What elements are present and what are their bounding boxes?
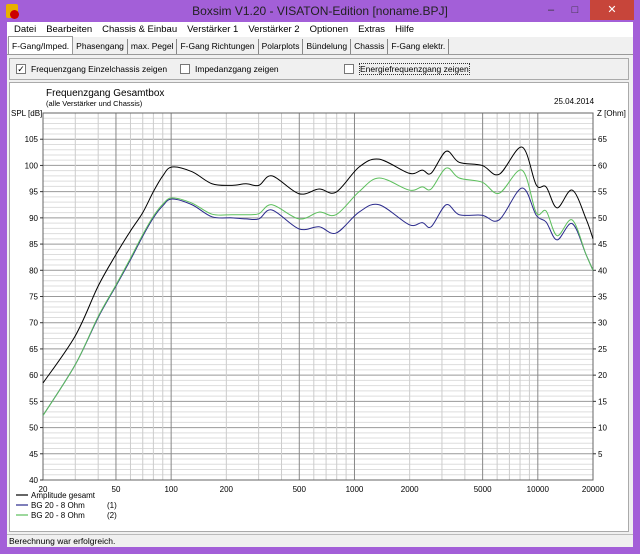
- frequency-response-chart: Frequenzgang Gesamtbox (alle Verstärker …: [11, 88, 626, 520]
- y2-tick-label: 50: [598, 214, 607, 223]
- x-tick-label: 2000: [401, 485, 419, 494]
- legend-suffix: (2): [107, 511, 117, 520]
- tab-f-gang-richtungen[interactable]: F-Gang Richtungen: [177, 39, 259, 54]
- chart-subtitle: (alle Verstärker und Chassis): [46, 99, 143, 108]
- legend-label: Amplitude gesamt: [31, 491, 96, 500]
- y-tick-label: 90: [29, 214, 38, 223]
- y2-axis-label: Z [Ohm]: [597, 109, 626, 118]
- menu-verstaerker-2[interactable]: Verstärker 2: [243, 24, 304, 35]
- checkbox[interactable]: [344, 64, 354, 74]
- maximize-button[interactable]: □: [562, 0, 588, 20]
- option-label: Frequenzgang Einzelchassis zeigen: [31, 64, 168, 74]
- y2-tick-label: 15: [598, 397, 607, 406]
- menu-verstaerker-1[interactable]: Verstärker 1: [182, 24, 243, 35]
- options-panel: ✓ Frequenzgang Einzelchassis zeigen Imped…: [9, 58, 629, 80]
- y2-tick-label: 65: [598, 135, 607, 144]
- checkbox[interactable]: [180, 64, 190, 74]
- y-tick-label: 100: [25, 161, 39, 170]
- tab-phasengang[interactable]: Phasengang: [73, 39, 128, 54]
- y-tick-label: 45: [29, 450, 38, 459]
- x-tick-label: 5000: [474, 485, 492, 494]
- menu-chassis-einbau[interactable]: Chassis & Einbau: [97, 24, 182, 35]
- menu-optionen[interactable]: Optionen: [305, 24, 354, 35]
- tab-buendelung[interactable]: Bündelung: [303, 39, 352, 54]
- menu-extras[interactable]: Extras: [353, 24, 390, 35]
- option-impedanzgang[interactable]: Impedanzgang zeigen: [180, 64, 279, 74]
- y-tick-label: 40: [29, 476, 38, 485]
- x-tick-label: 10000: [527, 485, 550, 494]
- y-tick-label: 65: [29, 345, 38, 354]
- chart-date: 25.04.2014: [554, 97, 595, 106]
- chart-panel: Frequenzgang Gesamtbox (alle Verstärker …: [9, 82, 629, 532]
- x-tick-label: 20000: [582, 485, 605, 494]
- y2-tick-label: 5: [598, 450, 603, 459]
- y-tick-label: 85: [29, 240, 38, 249]
- status-bar: Berechnung war erfolgreich.: [7, 534, 633, 547]
- option-energiefrequenzgang[interactable]: Energiefrequenzgang zeigen: [344, 63, 470, 75]
- y2-tick-label: 45: [598, 240, 607, 249]
- tab-polarplots[interactable]: Polarplots: [259, 39, 304, 54]
- legend-label: BG 20 - 8 Ohm: [31, 511, 85, 520]
- menu-bar: Datei Bearbeiten Chassis & Einbau Verstä…: [7, 22, 633, 37]
- option-label: Energiefrequenzgang zeigen: [359, 63, 470, 75]
- tab-max-pegel[interactable]: max. Pegel: [128, 39, 178, 54]
- x-tick-label: 500: [293, 485, 307, 494]
- x-tick-label: 100: [164, 485, 178, 494]
- y2-tick-label: 40: [598, 266, 607, 275]
- tab-f-gang-elektr[interactable]: F-Gang elektr.: [388, 39, 450, 54]
- minimize-button[interactable]: –: [540, 0, 562, 20]
- tab-f-gang-imped[interactable]: F-Gang/Imped.: [8, 36, 74, 54]
- y2-tick-label: 20: [598, 371, 607, 380]
- legend-suffix: (1): [107, 501, 117, 510]
- y-tick-label: 105: [25, 135, 39, 144]
- title-bar: Boxsim V1.20 - VISATON-Edition [noname.B…: [0, 0, 640, 22]
- x-tick-label: 1000: [346, 485, 364, 494]
- y-tick-label: 60: [29, 371, 38, 380]
- y-tick-label: 80: [29, 266, 38, 275]
- chart-title: Frequenzgang Gesamtbox: [46, 88, 164, 99]
- close-button[interactable]: ✕: [590, 0, 634, 20]
- y-tick-label: 75: [29, 293, 38, 302]
- y2-tick-label: 35: [598, 293, 607, 302]
- menu-bearbeiten[interactable]: Bearbeiten: [41, 24, 97, 35]
- y2-tick-label: 60: [598, 161, 607, 170]
- option-label: Impedanzgang zeigen: [195, 64, 279, 74]
- x-tick-label: 50: [112, 485, 121, 494]
- y-tick-label: 50: [29, 424, 38, 433]
- y-axis-label: SPL [dB]: [11, 109, 42, 118]
- y-tick-label: 95: [29, 188, 38, 197]
- option-einzelchassis[interactable]: ✓ Frequenzgang Einzelchassis zeigen: [16, 64, 167, 74]
- tab-bar: F-Gang/Imped. Phasengang max. Pegel F-Ga…: [7, 36, 633, 55]
- y-tick-label: 55: [29, 397, 38, 406]
- legend-label: BG 20 - 8 Ohm: [31, 501, 85, 510]
- y2-tick-label: 30: [598, 319, 607, 328]
- y2-tick-label: 55: [598, 188, 607, 197]
- menu-hilfe[interactable]: Hilfe: [390, 24, 419, 35]
- y2-tick-label: 25: [598, 345, 607, 354]
- y-tick-label: 70: [29, 319, 38, 328]
- menu-datei[interactable]: Datei: [9, 24, 41, 35]
- tab-chassis[interactable]: Chassis: [351, 39, 389, 54]
- x-tick-label: 200: [220, 485, 234, 494]
- client-area: Datei Bearbeiten Chassis & Einbau Verstä…: [7, 22, 633, 547]
- checkbox-checked[interactable]: ✓: [16, 64, 26, 74]
- y2-tick-label: 10: [598, 424, 607, 433]
